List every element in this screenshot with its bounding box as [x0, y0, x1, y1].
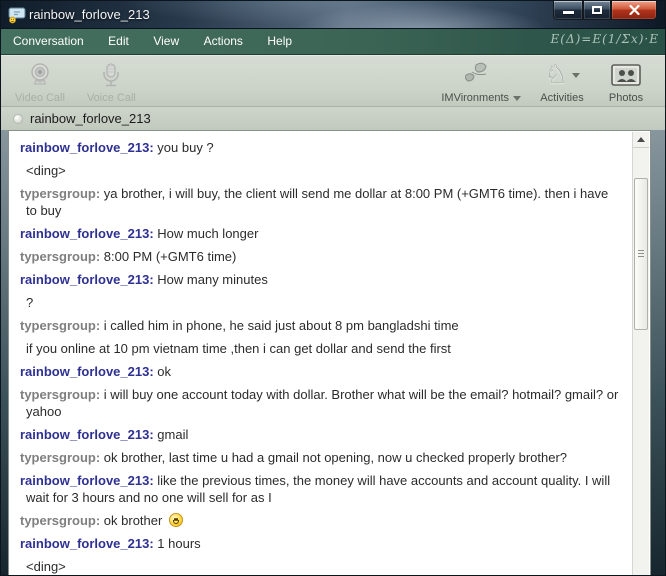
- voice-call-button[interactable]: Voice Call: [87, 60, 136, 104]
- maximize-button[interactable]: [583, 1, 611, 20]
- message-sender: typersgroup:: [20, 249, 104, 264]
- chat-message: rainbow_forlove_213: you buy ?: [20, 139, 620, 156]
- maximize-icon: [592, 6, 602, 14]
- message-sender: rainbow_forlove_213:: [20, 473, 158, 488]
- chat-message: rainbow_forlove_213: How much longer: [20, 225, 620, 242]
- message-text: How much longer: [157, 226, 259, 241]
- message-text: you buy ?: [157, 140, 214, 155]
- vertical-scrollbar[interactable]: [632, 132, 649, 575]
- presence-status-icon: [13, 113, 23, 124]
- message-text: <ding>: [26, 163, 66, 178]
- menu-bar: Conversation Edit View Actions Help E(Δ)…: [1, 29, 665, 55]
- imvironments-button[interactable]: IMVironments: [441, 60, 521, 104]
- call-button-group: Video Call Voice Call: [15, 60, 136, 104]
- chat-message: rainbow_forlove_213: 1 hours: [20, 535, 620, 552]
- message-text: 1 hours: [157, 536, 201, 551]
- chat-message: typersgroup: i called him in phone, he s…: [20, 317, 620, 334]
- chalkboard-formula: E(Δ)=E(1/Σx)·E: [550, 32, 659, 46]
- message-text: ?: [26, 295, 34, 310]
- message-sender: rainbow_forlove_213:: [20, 427, 158, 442]
- photos-label: Photos: [608, 92, 644, 104]
- chat-message: typersgroup: 8:00 PM (+GMT6 time): [20, 248, 620, 265]
- message-text: i called him in phone, he said just abou…: [103, 318, 459, 333]
- chat-message: if you online at 10 pm vietnam time ,the…: [20, 340, 620, 357]
- message-text: How many minutes: [157, 272, 268, 287]
- message-sender: typersgroup:: [20, 450, 104, 465]
- voice-call-label: Voice Call: [86, 92, 136, 104]
- smiley-emoticon: [168, 513, 183, 527]
- close-icon: [629, 5, 640, 15]
- message-text: ok: [157, 364, 172, 379]
- message-sender: rainbow_forlove_213:: [20, 226, 158, 241]
- message-text: <ding>: [26, 559, 66, 574]
- scroll-up-button[interactable]: [633, 132, 649, 148]
- message-text: ya brother, i will buy, the client will …: [26, 186, 609, 218]
- message-text: gmail: [157, 427, 189, 442]
- chevron-down-icon: [571, 72, 580, 78]
- messenger-window: rainbow_forlove_213 Conversation Edit Vi…: [0, 0, 666, 576]
- message-text: 8:00 PM (+GMT6 time): [103, 249, 237, 264]
- message-sender: rainbow_forlove_213:: [20, 140, 158, 155]
- close-button[interactable]: [611, 1, 657, 20]
- menu-actions[interactable]: Actions: [194, 29, 253, 48]
- message-sender: rainbow_forlove_213:: [20, 272, 158, 287]
- chat-frame: rainbow_forlove_213: you buy ? <ding> ty…: [8, 130, 651, 575]
- up-arrow-icon: [637, 137, 645, 142]
- message-sender: typersgroup:: [20, 513, 104, 528]
- chat-message: typersgroup: ya brother, i will buy, the…: [20, 185, 620, 219]
- chat-message: rainbow_forlove_213: ok: [20, 363, 620, 380]
- chat-message: typersgroup: ok brother, last time u had…: [20, 449, 620, 466]
- chat-message: rainbow_forlove_213: gmail: [20, 426, 620, 443]
- chat-message: typersgroup: i will buy one account toda…: [20, 386, 620, 420]
- message-sender: typersgroup:: [20, 318, 104, 333]
- minimize-icon: [563, 11, 574, 14]
- chat-message: typersgroup: ok brother: [20, 512, 620, 529]
- message-text: if you online at 10 pm vietnam time ,the…: [26, 341, 451, 356]
- photos-icon: [611, 60, 641, 90]
- chat-message: rainbow_forlove_213: How many minutes: [20, 271, 620, 288]
- scrollbar-thumb[interactable]: [634, 178, 648, 330]
- chat-message: <ding>: [20, 558, 620, 575]
- ivy-leaves-icon: [462, 60, 500, 90]
- window-title: rainbow_forlove_213: [29, 7, 150, 22]
- chat-message: <ding>: [20, 162, 620, 179]
- window-controls: [553, 1, 657, 20]
- message-text: ok brother, last time u had a gmail not …: [103, 450, 568, 465]
- message-sender: typersgroup:: [20, 387, 104, 402]
- message-sender: rainbow_forlove_213:: [20, 536, 158, 551]
- menu-view[interactable]: View: [143, 29, 189, 48]
- thumb-grip: [638, 250, 644, 258]
- chat-message: rainbow_forlove_213: like the previous t…: [20, 472, 620, 506]
- menu-conversation[interactable]: Conversation: [1, 29, 94, 48]
- activities-button[interactable]: ♘ Activities: [539, 60, 585, 104]
- activities-label: Activities: [540, 92, 584, 104]
- message-sender: typersgroup:: [20, 186, 104, 201]
- minimize-button[interactable]: [553, 1, 583, 20]
- photos-button[interactable]: Photos: [603, 60, 649, 104]
- title-bar[interactable]: rainbow_forlove_213: [1, 1, 665, 29]
- menu-help[interactable]: Help: [257, 29, 302, 48]
- chat-message: ?: [20, 294, 620, 311]
- chat-log[interactable]: rainbow_forlove_213: you buy ? <ding> ty…: [10, 132, 632, 575]
- video-call-button[interactable]: Video Call: [15, 60, 65, 104]
- microphone-icon: [99, 60, 123, 90]
- participant-row: rainbow_forlove_213: [1, 107, 665, 130]
- video-call-label: Video Call: [15, 92, 65, 104]
- menu-edit[interactable]: Edit: [98, 29, 139, 48]
- message-sender: rainbow_forlove_213:: [20, 364, 158, 379]
- imvironments-label: IMVironments: [441, 92, 521, 104]
- message-text: i will buy one account today with dollar…: [26, 387, 619, 419]
- chess-knight-icon: ♘: [544, 60, 580, 90]
- webcam-icon: [27, 60, 53, 90]
- message-text: ok brother: [103, 513, 163, 528]
- extras-button-group: IMVironments ♘ Activities Photos: [441, 60, 649, 104]
- participant-name: rainbow_forlove_213: [30, 111, 151, 126]
- chevron-down-icon: [513, 95, 521, 101]
- toolbar: Video Call Voice Call IMVironments ♘ Act…: [1, 55, 665, 107]
- messenger-app-icon: [8, 6, 26, 24]
